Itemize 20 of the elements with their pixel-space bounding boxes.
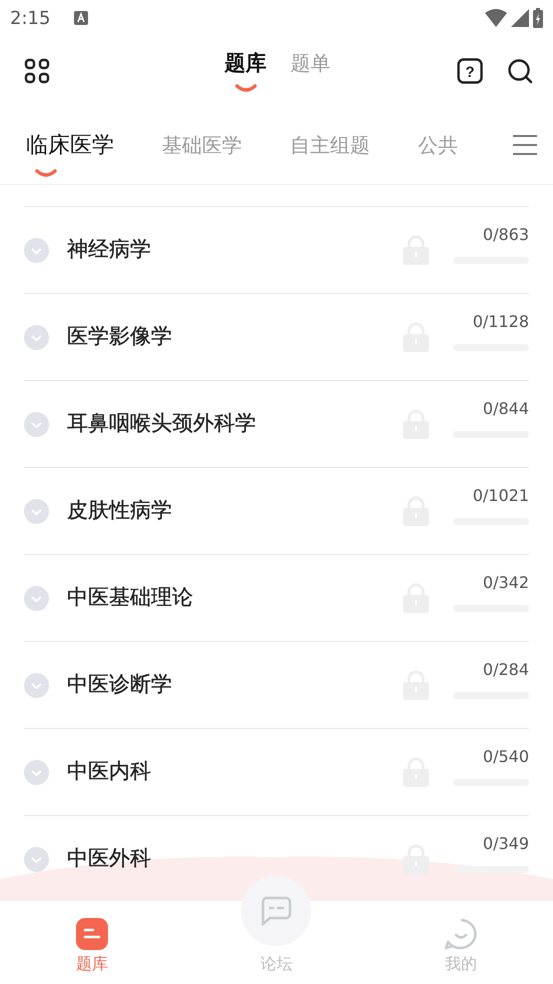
category-tab[interactable]: 临床医学	[26, 128, 114, 162]
subject-name[interactable]: 耳鼻咽喉头颈外科学	[67, 408, 256, 440]
progress-count: 0/1128	[472, 310, 529, 332]
progress-count: 0/342	[482, 572, 529, 594]
progress-count: 0/844	[482, 398, 529, 420]
subject-name[interactable]: 医学影像学	[67, 321, 172, 353]
progress-count: 0/863	[482, 224, 529, 246]
subject-name[interactable]: 中医内科	[67, 756, 151, 788]
help-icon[interactable]: ?	[457, 58, 483, 84]
progress-count: 0/284	[482, 658, 529, 680]
progress-count: 0/540	[482, 746, 529, 768]
clock-time: 2:15	[10, 6, 50, 30]
progress-count: 0/1021	[472, 484, 529, 506]
progress-count: 0/349	[482, 832, 529, 854]
subject-name[interactable]: 神经病学	[67, 234, 151, 266]
subject-name[interactable]: 中医基础理论	[67, 582, 193, 614]
header-tab[interactable]: 题库	[224, 48, 266, 80]
subject-name[interactable]: 中医诊断学	[67, 669, 172, 701]
subject-name[interactable]: 中医外科	[67, 843, 151, 875]
subject-name[interactable]: 皮肤性病学	[67, 495, 172, 527]
